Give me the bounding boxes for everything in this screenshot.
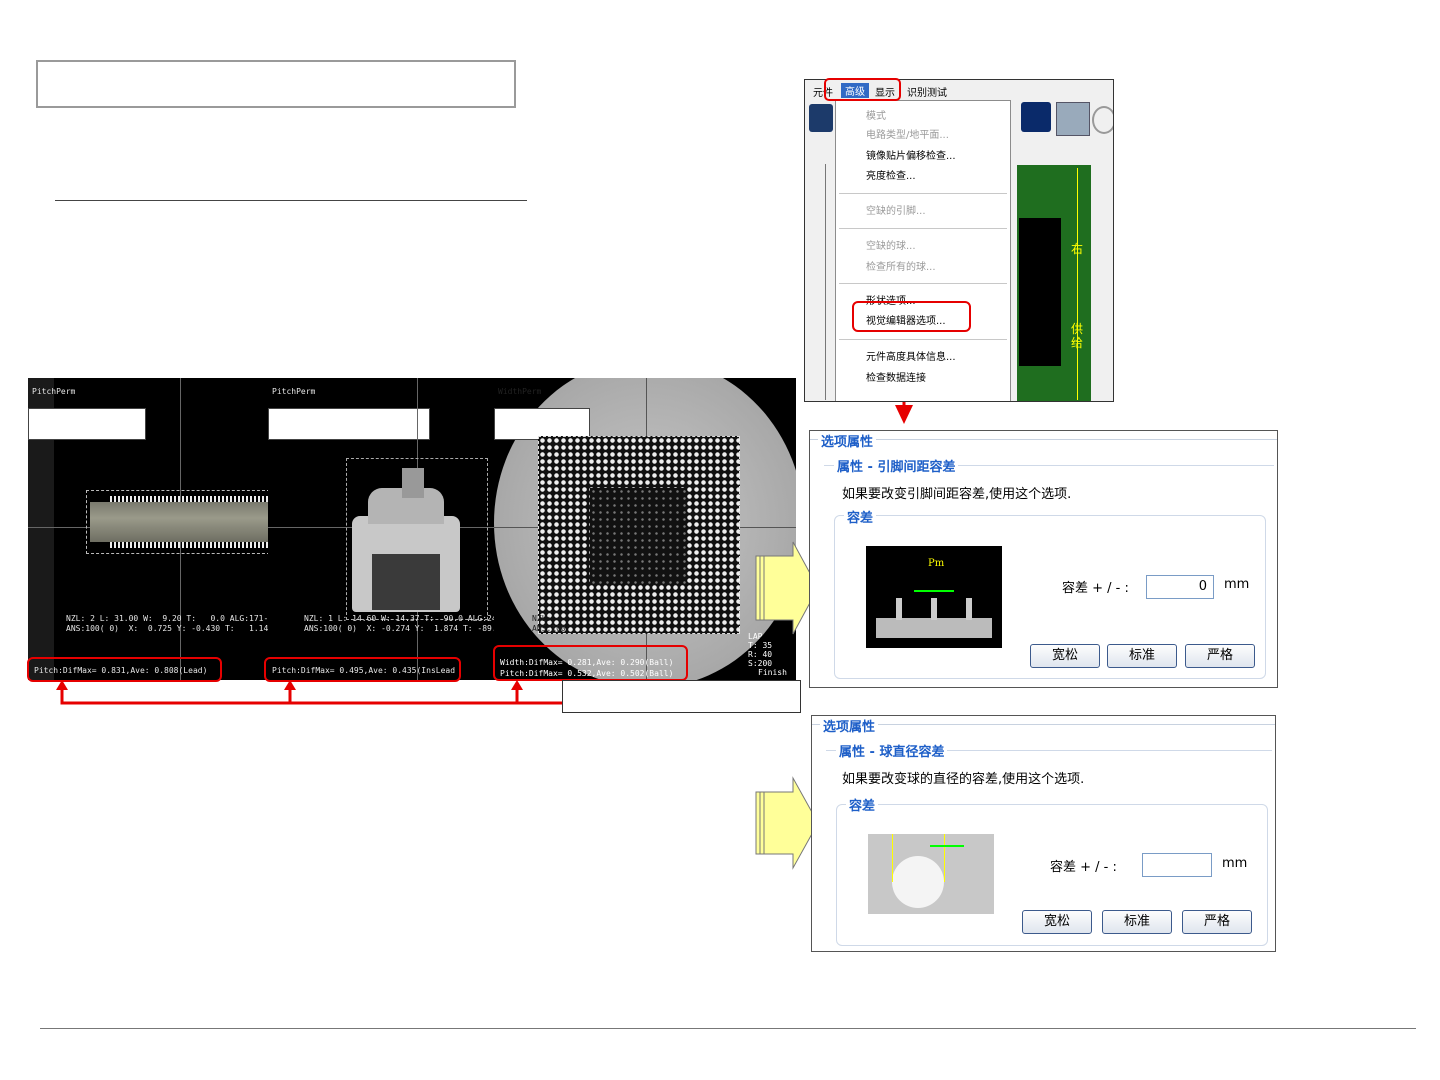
group-title: 属性 - 引脚间距容差 [834,456,959,475]
tolerance-input[interactable]: 0 [1146,575,1214,599]
side-label-right: 右 [1071,242,1084,256]
ball-diagram [868,834,994,914]
menu-item-missing-balls[interactable]: 空缺的球... [866,237,916,252]
highlight-advanced-menu [824,78,901,101]
menu-item-missing-leads[interactable]: 空缺的引脚... [866,202,926,217]
menu-screenshot: 元件 高级 显示 识别测试 右 供给 模式 电路类型/地平面... 镜像贴片偏移… [804,79,1114,402]
strict-button[interactable]: 严格 [1182,910,1252,934]
description: 如果要改变引脚间距容差,使用这个选项. [842,487,1072,502]
standard-button[interactable]: 标准 [1102,910,1172,934]
tolerance-legend: 容差 [846,795,879,814]
loose-button[interactable]: 宽松 [1022,910,1092,934]
zoom-icon[interactable] [1021,102,1051,132]
option-panel-lead-pitch: 选项属性 属性 - 引脚间距容差 如果要改变引脚间距容差,使用这个选项. 容差 … [809,430,1278,688]
highlight-vision-editor-item [852,301,971,332]
unit-label: mm [1222,856,1248,871]
description: 如果要改变球的直径的容差,使用这个选项. [842,772,1085,787]
pm-label: Pm [928,558,945,569]
tolerance-label: 容差 + / - : [1062,581,1129,596]
pitch-diagram: Pm [866,546,1002,648]
side-label-feed: 供给 [1071,322,1084,350]
standard-button[interactable]: 标准 [1107,644,1177,668]
tolerance-input[interactable] [1142,853,1212,877]
board-view-icon[interactable] [1056,102,1090,136]
menu-item-brightness[interactable]: 亮度检查... [866,167,916,182]
dial-icon[interactable] [1092,106,1113,134]
unit-label: mm [1224,577,1250,592]
menu-item-circuit-type[interactable]: 电路类型/地平面... [866,126,949,141]
tolerance-label: 容差 + / - : [1050,860,1117,875]
loose-button[interactable]: 宽松 [1030,644,1100,668]
menu-item-check-data-link[interactable]: 检查数据连接 [866,369,926,384]
menu-item-height-info[interactable]: 元件高度具体信息... [866,348,956,363]
advanced-dropdown: 模式 电路类型/地平面... 镜像贴片偏移检查... 亮度检查... 空缺的引脚… [835,100,1011,401]
menu-item-mode[interactable]: 模式 [866,107,886,122]
panel-title: 选项属性 [820,716,879,735]
panel-title: 选项属性 [818,431,877,450]
group-title: 属性 - 球直径容差 [836,741,948,760]
option-panel-ball-diameter: 选项属性 属性 - 球直径容差 如果要改变球的直径的容差,使用这个选项. 容差 … [811,715,1276,952]
tolerance-legend: 容差 [844,507,877,526]
save-icon[interactable] [809,104,833,132]
menu-item-check-all-balls[interactable]: 检查所有的球... [866,258,936,273]
menu-recognition-test[interactable]: 识别测试 [907,84,947,99]
menu-item-mirror-offset[interactable]: 镜像贴片偏移检查... [866,147,956,162]
strict-button[interactable]: 严格 [1185,644,1255,668]
